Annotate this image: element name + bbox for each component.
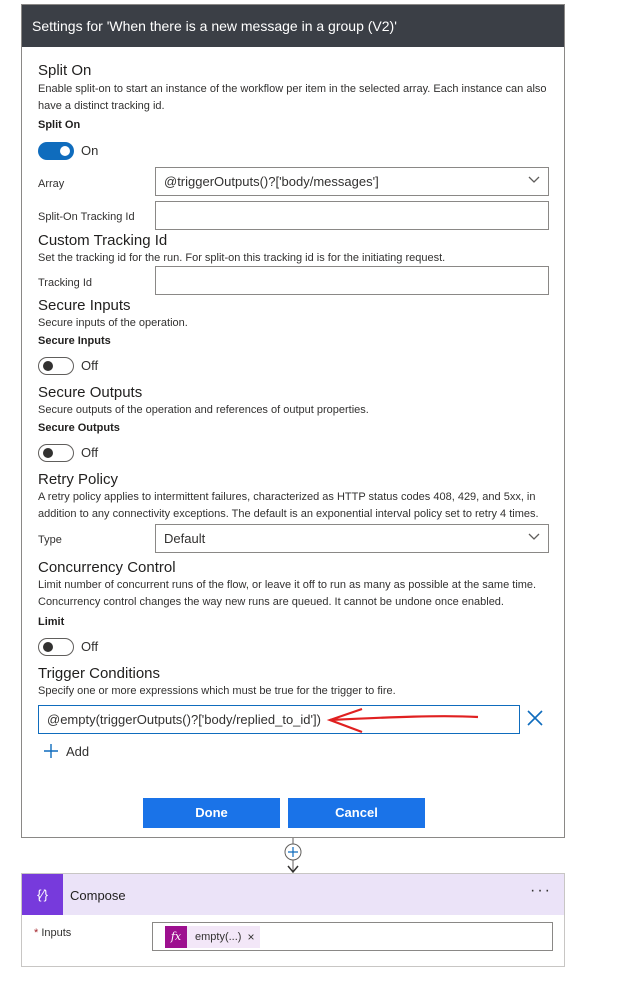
trigger-conditions-description: Specify one or more expressions which mu…	[38, 685, 396, 697]
compose-header[interactable]: {⁄} Compose ···	[22, 874, 564, 915]
secure-outputs-toggle-label: Secure Outputs	[38, 422, 120, 434]
retry-type-value: Default	[164, 531, 206, 546]
concurrency-description: Limit number of concurrent runs of the f…	[38, 579, 537, 608]
function-icon: fx	[165, 926, 187, 948]
concurrency-limit-toggle[interactable]	[38, 638, 74, 656]
split-on-description: Enable split-on to start an instance of …	[38, 83, 547, 112]
concurrency-limit-label: Limit	[38, 616, 65, 628]
array-label: Array	[38, 178, 65, 190]
secure-outputs-description: Secure outputs of the operation and refe…	[38, 404, 369, 416]
retry-type-label: Type	[38, 534, 62, 546]
split-on-toggle[interactable]	[38, 142, 74, 160]
split-on-toggle-label: Split On	[38, 119, 81, 131]
inputs-label-text: Inputs	[41, 927, 72, 939]
trigger-conditions-title: Trigger Conditions	[38, 665, 160, 682]
secure-outputs-toggle-state: Off	[81, 445, 99, 460]
custom-tracking-description: Set the tracking id for the run. For spl…	[38, 252, 446, 264]
split-on-tracking-input[interactable]	[155, 201, 549, 230]
add-condition-label: Add	[66, 743, 90, 759]
toggle-knob	[43, 448, 53, 458]
secure-inputs-toggle-state: Off	[81, 358, 99, 373]
retry-policy-description: A retry policy applies to intermittent f…	[38, 491, 539, 520]
secure-inputs-toggle-label: Secure Inputs	[38, 335, 111, 347]
more-options-icon[interactable]: ···	[530, 882, 552, 900]
toggle-knob	[43, 642, 53, 652]
cancel-button[interactable]: Cancel	[288, 798, 425, 828]
plus-icon	[44, 744, 58, 758]
split-on-tracking-label: Split-On Tracking Id	[38, 211, 135, 223]
settings-panel: Settings for 'When there is a new messag…	[21, 4, 565, 838]
secure-outputs-toggle[interactable]	[38, 444, 74, 462]
custom-tracking-title: Custom Tracking Id	[38, 232, 168, 249]
secure-inputs-title: Secure Inputs	[38, 297, 131, 314]
compose-inputs-field[interactable]: fx empty(...) ×	[152, 922, 553, 951]
retry-type-dropdown[interactable]: Default	[155, 524, 549, 553]
compose-action-card[interactable]: {⁄} Compose ··· * Inputs fx empty(...) ×	[21, 873, 565, 967]
compose-icon: {⁄}	[22, 874, 63, 915]
secure-inputs-description: Secure inputs of the operation.	[38, 317, 188, 329]
toggle-knob	[43, 361, 53, 371]
required-marker: *	[34, 927, 39, 939]
secure-outputs-title: Secure Outputs	[38, 384, 143, 401]
split-on-title: Split On	[38, 62, 92, 79]
inputs-label: * Inputs	[34, 927, 71, 939]
array-value: @triggerOutputs()?['body/messages']	[164, 174, 379, 189]
array-dropdown[interactable]: @triggerOutputs()?['body/messages']	[155, 167, 549, 196]
concurrency-title: Concurrency Control	[38, 559, 176, 576]
tracking-id-label: Tracking Id	[38, 277, 93, 289]
panel-title: Settings for 'When there is a new messag…	[22, 5, 564, 47]
secure-inputs-toggle[interactable]	[38, 357, 74, 375]
remove-condition-icon[interactable]	[526, 709, 544, 727]
retry-policy-title: Retry Policy	[38, 471, 119, 488]
chevron-down-icon	[528, 176, 540, 183]
tracking-id-input[interactable]	[155, 266, 549, 295]
split-on-toggle-state: On	[81, 143, 99, 158]
annotation-arrow	[326, 707, 479, 734]
remove-token-icon[interactable]: ×	[247, 930, 260, 944]
concurrency-limit-state: Off	[81, 639, 99, 654]
chevron-down-icon	[528, 533, 540, 540]
expression-token[interactable]: fx empty(...) ×	[165, 926, 261, 948]
token-text: empty(...)	[195, 931, 242, 943]
compose-title: Compose	[70, 888, 126, 903]
toggle-knob	[60, 146, 70, 156]
insert-step-icon[interactable]	[284, 843, 302, 861]
done-button[interactable]: Done	[143, 798, 280, 828]
add-condition-button[interactable]: Add	[44, 741, 89, 761]
